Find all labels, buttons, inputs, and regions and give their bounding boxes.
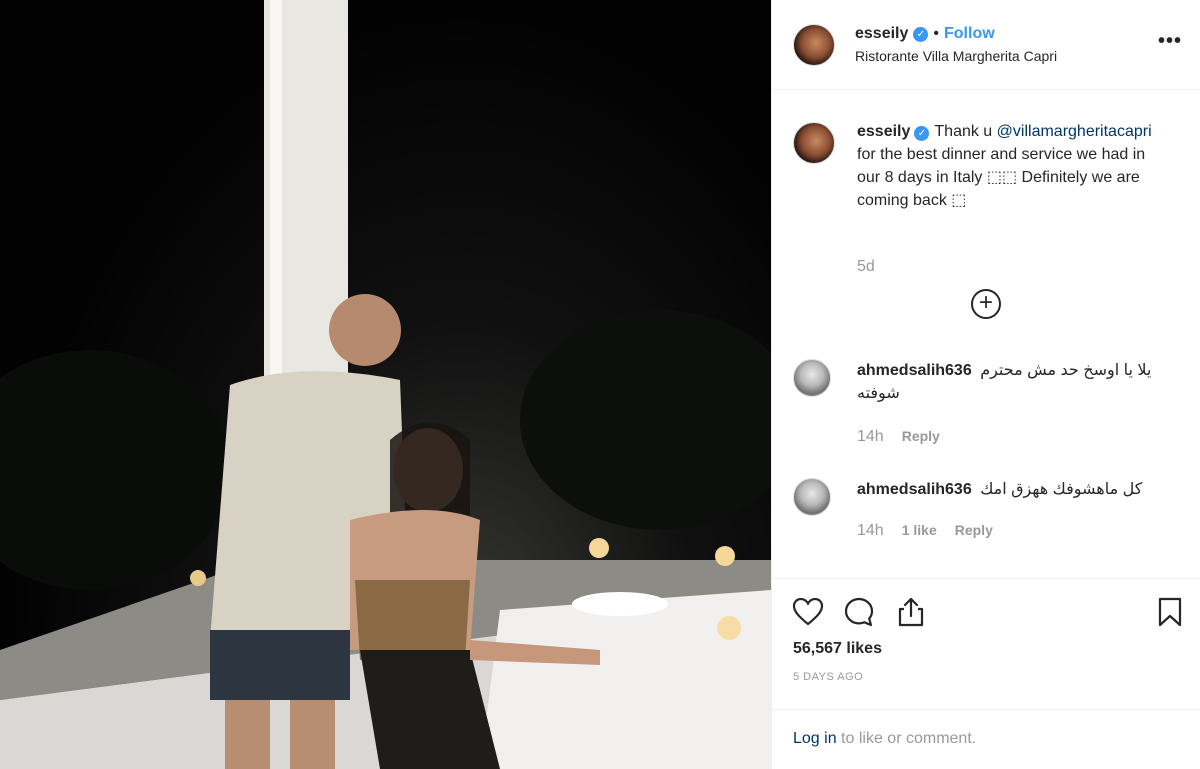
caption-avatar[interactable] <box>793 122 835 164</box>
login-suffix: to like or comment. <box>841 730 977 747</box>
login-prompt: Log in to like or comment. <box>772 709 1200 769</box>
comment-message: كل ماهشوفك ههزق امك <box>980 481 1143 498</box>
verified-badge-icon: ✓ <box>914 126 930 141</box>
candle <box>715 546 735 566</box>
bookmark-icon[interactable] <box>1154 596 1186 628</box>
reply-button[interactable]: Reply <box>902 428 940 444</box>
caption-text-start: Thank u <box>934 123 993 140</box>
login-prompt-text: Log in to like or comment. <box>793 730 976 748</box>
commenter-avatar[interactable] <box>793 359 831 397</box>
more-options-icon[interactable]: ••• <box>1158 30 1182 53</box>
actions-bar: 56,567 likes 5 DAYS AGO Log in to like o… <box>772 578 1200 769</box>
comment-meta: 14h Reply <box>857 428 940 446</box>
comment-time[interactable]: 14h <box>857 428 884 446</box>
like-count[interactable]: 56,567 likes <box>793 640 882 658</box>
comment-meta: 14h 1 like Reply <box>857 522 993 540</box>
caption-time[interactable]: 5d <box>857 258 875 276</box>
post-sidebar: esseily ✓ • Follow Ristorante Villa Marg… <box>771 0 1200 769</box>
foliage <box>520 310 771 530</box>
comment-username[interactable]: ahmedsalih636 <box>857 481 972 498</box>
post-header: esseily ✓ • Follow Ristorante Villa Marg… <box>772 0 1200 90</box>
comment-text: ahmedsalih636 كل ماهشوفك ههزق امك <box>857 478 1157 501</box>
person-man <box>329 294 401 366</box>
candle <box>717 616 741 640</box>
reply-button[interactable]: Reply <box>955 522 993 538</box>
caption-meta: 5d <box>857 258 875 276</box>
author-row: esseily ✓ • Follow <box>855 25 995 43</box>
caption-text: esseily ✓ Thank u @villamargheritacapri fo… <box>857 120 1167 212</box>
caption-text-end: for the best dinner and service we had i… <box>857 146 1146 209</box>
candle <box>190 570 206 586</box>
separator-dot: • <box>933 25 939 42</box>
photo-scene <box>0 0 771 769</box>
comment-time[interactable]: 14h <box>857 522 884 540</box>
plus-circle-icon[interactable]: + <box>971 289 1001 319</box>
plate <box>572 592 668 616</box>
heart-icon[interactable] <box>792 596 824 628</box>
candle <box>589 538 609 558</box>
follow-button[interactable]: Follow <box>944 25 995 43</box>
comment-username[interactable]: ahmedsalih636 <box>857 362 972 379</box>
verified-badge-icon: ✓ <box>913 26 929 42</box>
commenter-avatar[interactable] <box>793 478 831 516</box>
location-link[interactable]: Ristorante Villa Margherita Capri <box>855 48 1057 64</box>
author-username[interactable]: esseily <box>855 25 908 43</box>
post-timestamp[interactable]: 5 DAYS AGO <box>793 671 863 683</box>
caption-username[interactable]: esseily <box>857 123 910 140</box>
login-link[interactable]: Log in <box>793 730 837 747</box>
comment-text: ahmedsalih636 يلا يا اوسخ حد مش محترم شو… <box>857 359 1157 405</box>
comment-likes[interactable]: 1 like <box>902 522 937 538</box>
author-avatar[interactable] <box>793 24 835 66</box>
caption-mention-link[interactable]: @villamargheritacapri <box>997 123 1152 140</box>
comments-section: esseily ✓ Thank u @villamargheritacapri fo… <box>772 91 1200 577</box>
share-icon[interactable] <box>895 596 927 628</box>
post-photo[interactable] <box>0 0 771 769</box>
comment-icon[interactable] <box>843 596 875 628</box>
